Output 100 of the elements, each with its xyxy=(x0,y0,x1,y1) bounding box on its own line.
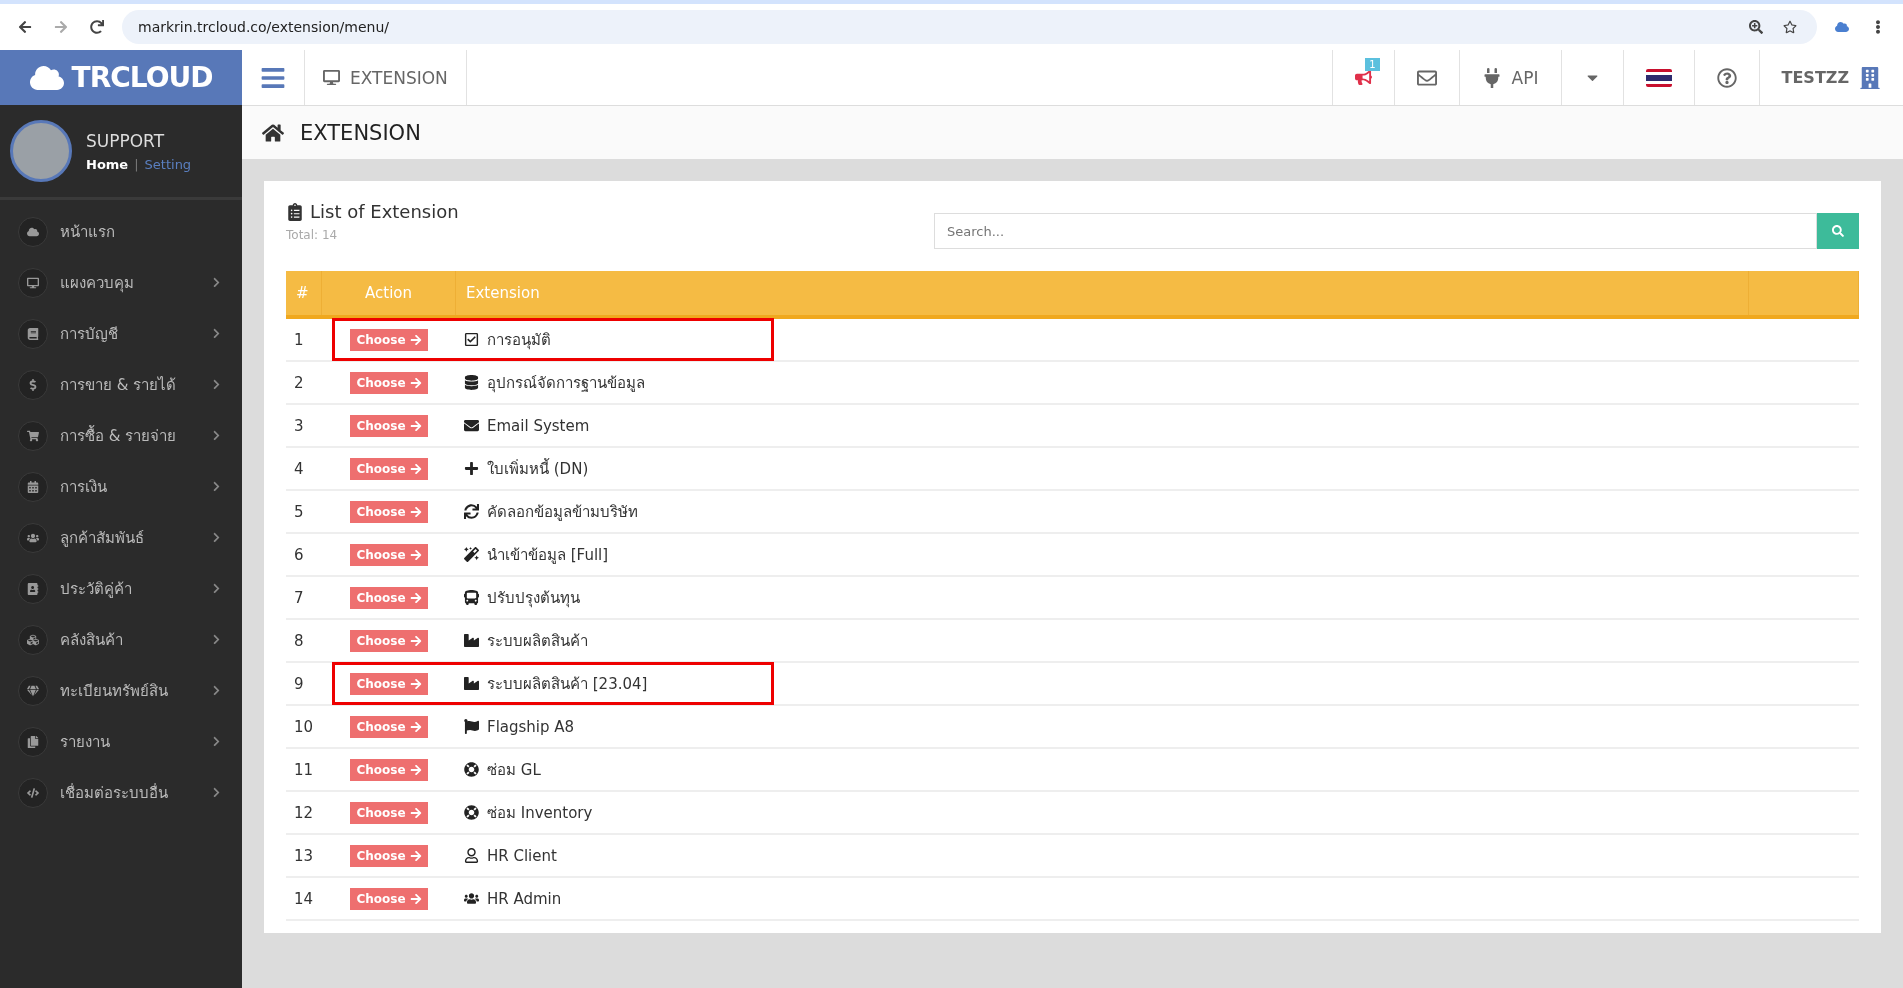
arrow-icon xyxy=(409,849,422,862)
extension-name: อุปกรณ์จัดการฐานข้อมูล xyxy=(487,372,645,395)
sidebar-item[interactable]: ประวัติคู่ค้า xyxy=(0,563,242,614)
sidebar-label: ประวัติคู่ค้า xyxy=(60,578,133,600)
search-field[interactable]: Search... xyxy=(934,213,1817,249)
extension-name: HR Admin xyxy=(487,889,562,908)
module-title: EXTENSION xyxy=(350,67,448,88)
sidebar-label: คลังสินค้า xyxy=(60,629,124,651)
choose-button[interactable]: Choose xyxy=(350,844,428,867)
cubes-icon xyxy=(18,624,48,655)
sidebar-item[interactable]: การบัญชี xyxy=(0,308,242,359)
home-icon[interactable] xyxy=(262,121,284,144)
profile-link[interactable]: Setting xyxy=(144,156,192,172)
arrow-icon xyxy=(409,462,422,475)
users-icon xyxy=(18,522,48,553)
table-cell-text: 5 xyxy=(293,501,305,523)
monitor-icon xyxy=(323,69,340,86)
choose-button[interactable]: Choose xyxy=(350,543,428,566)
link-separator: | xyxy=(134,156,139,172)
sidebar-label: การเงิน xyxy=(60,476,108,498)
table-cell-text: 13 xyxy=(293,845,315,867)
extension-name: นำเข้าข้อมูล [Full] xyxy=(487,544,609,566)
choose-button[interactable]: Choose xyxy=(350,500,428,523)
arrow-icon xyxy=(409,720,422,733)
building-icon xyxy=(1859,66,1881,89)
arrow-icon xyxy=(409,376,422,389)
choose-button[interactable]: Choose xyxy=(350,758,428,781)
choose-button[interactable]: Choose xyxy=(350,887,428,910)
table-cell-text: 10 xyxy=(293,716,315,738)
arrow-icon xyxy=(409,763,422,776)
choose-button[interactable]: Choose xyxy=(350,801,428,824)
sidebar-item[interactable]: รายงาน xyxy=(0,716,242,767)
extension-name: ซ่อม GL xyxy=(487,759,541,781)
choose-button[interactable]: Choose xyxy=(350,328,428,351)
sidebar-label: การขาย & รายได้ xyxy=(60,374,178,396)
users-icon xyxy=(464,891,479,906)
arrow-icon xyxy=(409,419,422,432)
logo-text: TRCLOUD xyxy=(71,61,213,94)
sidebar-item[interactable]: แผงควบคุม xyxy=(0,257,242,308)
address-bar[interactable]: markrin.trcloud.co/extension/menu/ xyxy=(122,10,1817,44)
sidebar-label: การซื้อ & รายจ่าย xyxy=(60,424,178,447)
sidebar-label: การบัญชี xyxy=(60,323,119,345)
sidebar-item[interactable]: คลังสินค้า xyxy=(0,614,242,665)
table-cell-text: 3 xyxy=(293,415,305,437)
sidebar-item[interactable]: ลูกค้าสัมพันธ์ xyxy=(0,512,242,563)
sidebar-item[interactable]: ทะเบียนทรัพย์สิน xyxy=(0,665,242,716)
extension-name: ซ่อม Inventory xyxy=(487,802,593,824)
arrow-icon xyxy=(409,548,422,561)
factory-icon xyxy=(464,633,479,648)
choose-button[interactable]: Choose xyxy=(350,629,428,652)
table-cell-text: 2 xyxy=(293,372,305,394)
arrow-icon xyxy=(409,333,422,346)
url-text: markrin.trcloud.co/extension/menu/ xyxy=(138,19,389,35)
column-header: Action xyxy=(322,271,456,315)
sidebar-item[interactable]: การซื้อ & รายจ่าย xyxy=(0,410,242,461)
table-cell-text: 6 xyxy=(293,544,305,566)
contact-card-icon xyxy=(18,573,48,604)
extension-name: ระบบผลิตสินค้า [23.04] xyxy=(487,673,648,695)
profile-link[interactable]: Home xyxy=(86,156,129,172)
list-icon xyxy=(286,202,304,221)
extension-name: Flagship A8 xyxy=(487,717,575,736)
table-cell-text: 8 xyxy=(293,630,305,652)
choose-button[interactable]: Choose xyxy=(350,586,428,609)
user-icon xyxy=(464,848,479,863)
table-cell-text: 14 xyxy=(293,888,315,910)
megaphone-icon xyxy=(1354,69,1372,86)
arrow-icon xyxy=(409,634,422,647)
monitor-icon xyxy=(18,267,48,298)
choose-button[interactable]: Choose xyxy=(350,371,428,394)
column-header: # xyxy=(286,271,322,315)
extension-name: HR Client xyxy=(487,846,557,865)
lifebuoy-icon xyxy=(464,762,479,777)
envelope-icon xyxy=(464,418,479,433)
profile-name: SUPPORT xyxy=(86,130,166,151)
copy-icon xyxy=(18,726,48,757)
choose-button[interactable]: Choose xyxy=(350,414,428,437)
column-header: Extension xyxy=(456,271,1749,315)
sidebar-item[interactable]: การเงิน xyxy=(0,461,242,512)
dollar-icon xyxy=(18,369,48,400)
refresh-icon xyxy=(464,504,479,519)
extension-name: คัดลอกข้อมูลข้ามบริษัท xyxy=(487,501,638,523)
choose-button[interactable]: Choose xyxy=(350,457,428,480)
book-icon xyxy=(18,318,48,349)
sidebar-label: หน้าแรก xyxy=(60,221,116,243)
arrow-icon xyxy=(409,591,422,604)
choose-button[interactable]: Choose xyxy=(350,672,428,695)
sidebar-item[interactable]: การขาย & รายได้ xyxy=(0,359,242,410)
sidebar-item[interactable]: เชื่อมต่อระบบอื่น xyxy=(0,767,242,818)
choose-button[interactable]: Choose xyxy=(350,715,428,738)
extension-name: ปรับปรุงต้นทุน xyxy=(487,587,580,610)
flag-icon xyxy=(1645,68,1672,87)
sidebar-label: ลูกค้าสัมพันธ์ xyxy=(60,527,145,549)
table-cell-text: 11 xyxy=(293,759,315,781)
table-cell-text: 1 xyxy=(293,329,305,351)
arrow-icon xyxy=(409,677,422,690)
page-title: EXTENSION xyxy=(300,120,421,145)
arrow-icon xyxy=(409,892,422,905)
checkbox-icon xyxy=(464,332,479,347)
sidebar-item[interactable]: หน้าแรก xyxy=(0,206,242,257)
database-icon xyxy=(464,375,479,390)
